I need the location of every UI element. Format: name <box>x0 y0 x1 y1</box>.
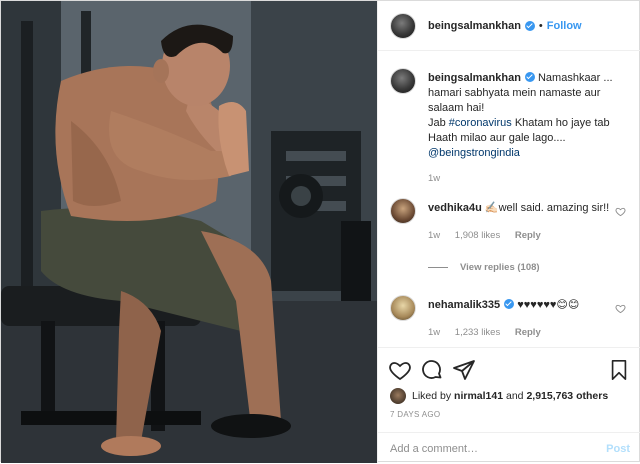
share-icon[interactable] <box>452 358 476 382</box>
comment-text: ♥♥♥♥♥♥😊😊 <box>517 299 580 311</box>
commenter-avatar[interactable] <box>390 295 416 321</box>
add-comment-input[interactable] <box>390 442 607 455</box>
verified-badge-icon <box>504 299 515 309</box>
comment-icon[interactable] <box>420 358 444 382</box>
instagram-post: beingsalmankhan • Follow beingsalmankhan… <box>0 0 640 463</box>
reply-button[interactable]: Reply <box>515 230 541 241</box>
post-header: beingsalmankhan • Follow <box>378 1 640 51</box>
likes-middle: and <box>505 390 524 402</box>
view-replies-button[interactable]: View replies (108) <box>428 262 540 273</box>
caption-meta: 1w <box>428 171 628 186</box>
caption-text-prefix: Jab <box>428 117 449 129</box>
separator-dot: • <box>538 19 543 32</box>
gym-photo-illustration <box>1 1 377 463</box>
commenter-username[interactable]: nehamalik335 <box>428 299 500 311</box>
comment-meta: 1w 1,908 likes Reply <box>428 228 628 243</box>
caption-time[interactable]: 1w <box>428 173 440 184</box>
comment-likes[interactable]: 1,908 likes <box>455 230 500 241</box>
hashtag-link[interactable]: #coronavirus <box>449 117 512 129</box>
caption-username[interactable]: beingsalmankhan <box>428 72 521 84</box>
comment-time[interactable]: 1w <box>428 230 440 241</box>
verified-badge-icon <box>524 20 535 31</box>
reply-button[interactable]: Reply <box>515 327 541 338</box>
liker-username[interactable]: nirmal141 <box>454 390 503 402</box>
commenter-avatar[interactable] <box>390 198 416 224</box>
action-icons <box>388 358 484 382</box>
caption-body: beingsalmankhan Namashkaar ... hamari sa… <box>428 71 628 186</box>
post-comment-button[interactable]: Post <box>606 443 630 455</box>
post-photo[interactable] <box>1 1 377 463</box>
heart-icon[interactable] <box>388 358 412 382</box>
mention-link[interactable]: @beingstrongindia <box>428 147 520 159</box>
post-date[interactable]: 7 DAYS AGO <box>390 410 440 419</box>
verified-badge-icon <box>524 72 535 82</box>
author-username[interactable]: beingsalmankhan <box>428 20 521 32</box>
view-replies-label: View replies (108) <box>460 262 540 273</box>
comment-body: nehamalik335 ♥♥♥♥♥♥😊😊 1w 1,233 likes Rep… <box>428 298 628 340</box>
post-actions: Liked by nirmal141 and 2,915,763 others … <box>378 347 640 463</box>
comment-time[interactable]: 1w <box>428 327 440 338</box>
comment-like-heart-icon[interactable] <box>615 206 626 217</box>
add-comment-bar: Post <box>378 432 640 464</box>
commenter-username[interactable]: vedhika4u <box>428 202 482 214</box>
comment-likes[interactable]: 1,233 likes <box>455 327 500 338</box>
comments-area[interactable]: beingsalmankhan Namashkaar ... hamari sa… <box>378 52 640 347</box>
follow-button[interactable]: Follow <box>547 20 582 32</box>
comment-meta: 1w 1,233 likes Reply <box>428 325 628 340</box>
likes-prefix: Liked by <box>412 390 452 402</box>
likes-count[interactable]: 2,915,763 others <box>526 390 608 402</box>
comment-like-heart-icon[interactable] <box>615 303 626 314</box>
comment-body: vedhika4u ✍🏻well said. amazing sir!! 1w … <box>428 201 628 243</box>
comment-text: ✍🏻well said. amazing sir!! <box>484 202 610 214</box>
liker-avatar[interactable] <box>390 388 406 404</box>
caption-avatar[interactable] <box>390 68 416 94</box>
author-avatar[interactable] <box>390 12 416 39</box>
bookmark-icon[interactable] <box>608 358 630 382</box>
replies-divider-line <box>428 267 448 268</box>
likes-summary: Liked by nirmal141 and 2,915,763 others <box>390 388 608 404</box>
post-side-panel: beingsalmankhan • Follow beingsalmankhan… <box>377 1 640 463</box>
